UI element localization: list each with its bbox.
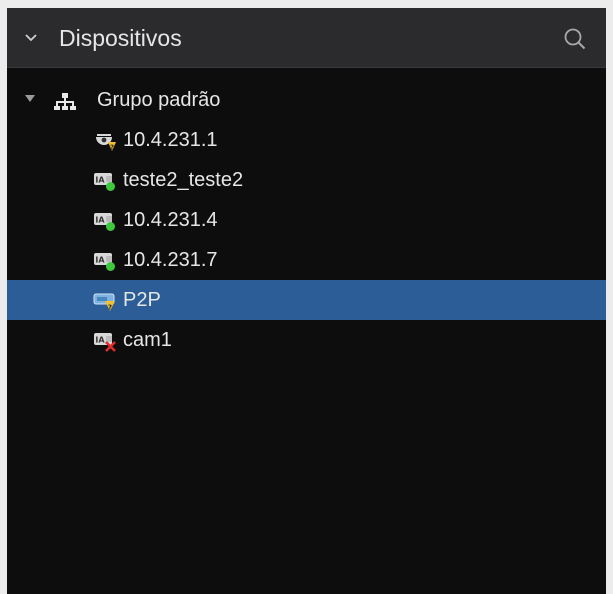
svg-text:IA: IA	[95, 256, 105, 265]
ia-camera-online-icon: IA	[94, 213, 115, 231]
devices-panel: Dispositivos Grupo padrão ? 10.4.231.1 I…	[7, 8, 606, 594]
device-row[interactable]: ? 10.4.231.1	[7, 120, 606, 160]
device-label: 10.4.231.1	[123, 129, 218, 151]
device-label: 10.4.231.7	[123, 249, 218, 271]
device-label: P2P	[123, 289, 161, 311]
svg-text:IA: IA	[95, 176, 105, 185]
device-label: teste2_teste2	[123, 169, 244, 191]
device-row[interactable]: IA cam1	[7, 320, 606, 360]
ia-camera-offline-icon: IA	[94, 333, 116, 352]
panel-header: Dispositivos	[7, 8, 606, 68]
svg-text:IA: IA	[95, 336, 105, 345]
network-group-icon	[54, 93, 76, 110]
svg-text:?: ?	[108, 304, 112, 312]
device-row[interactable]: IA teste2_teste2	[7, 160, 606, 200]
chevron-down-icon[interactable]	[24, 32, 38, 44]
svg-text:IA: IA	[95, 216, 105, 225]
device-label: 10.4.231.4	[123, 209, 218, 231]
p2p-device-unknown-icon: ?	[93, 293, 115, 312]
dome-camera-unknown-icon: ?	[96, 134, 116, 152]
window-frame: Dispositivos Grupo padrão ? 10.4.231.1 I…	[0, 0, 613, 594]
device-row[interactable]: IA 10.4.231.4	[7, 200, 606, 240]
ia-camera-online-icon: IA	[94, 173, 115, 191]
device-row-selected[interactable]: ? P2P	[7, 280, 606, 320]
expand-arrow-icon[interactable]	[25, 95, 35, 103]
search-icon[interactable]	[562, 26, 588, 52]
ia-camera-online-icon: IA	[94, 253, 115, 271]
group-label: Grupo padrão	[97, 89, 221, 111]
svg-text:?: ?	[110, 144, 114, 152]
device-label: cam1	[123, 329, 172, 351]
device-row[interactable]: IA 10.4.231.7	[7, 240, 606, 280]
panel-title: Dispositivos	[59, 25, 182, 51]
tree-group-row[interactable]: Grupo padrão	[7, 80, 606, 120]
